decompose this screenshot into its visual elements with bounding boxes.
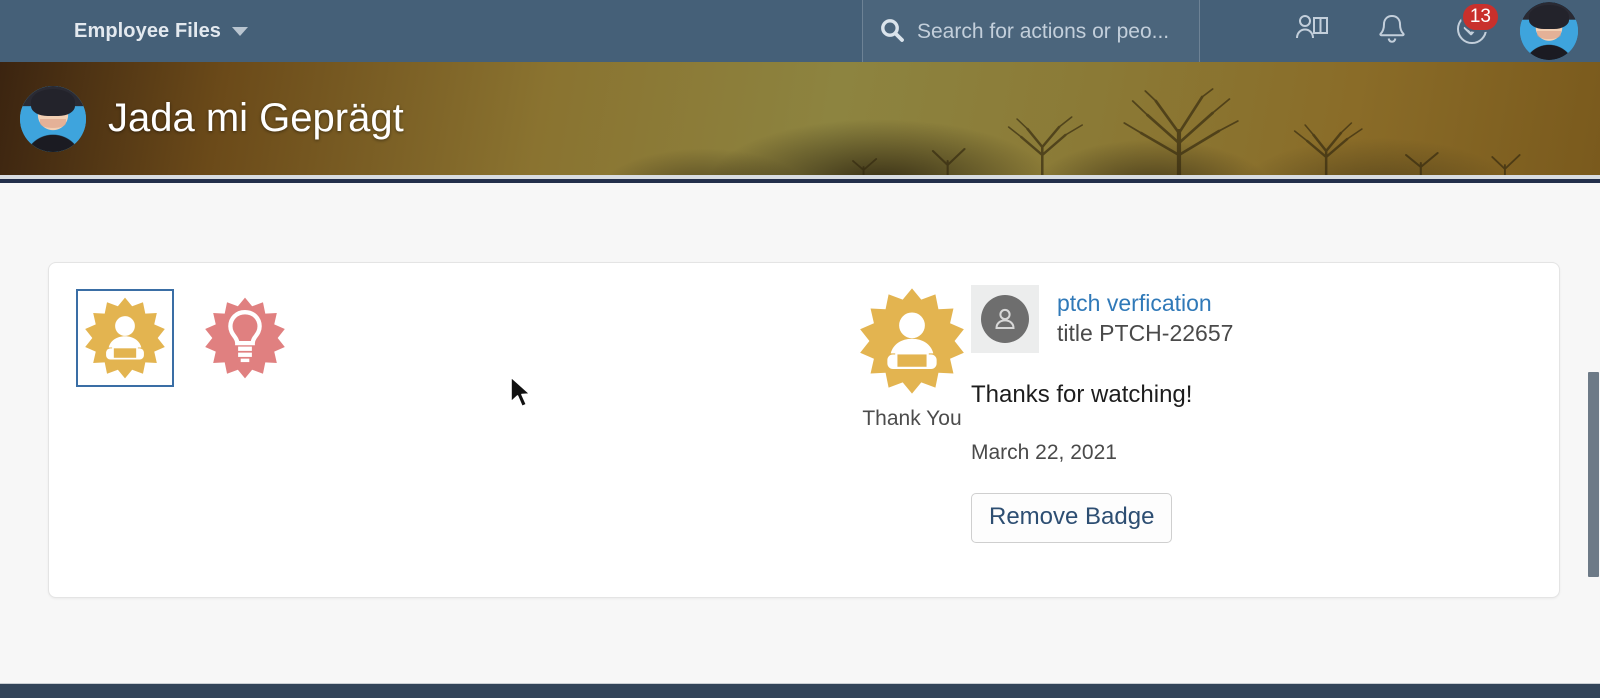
sender-thumbnail [971, 285, 1039, 353]
banner-divider [0, 175, 1600, 183]
badge-date: March 22, 2021 [971, 441, 1117, 464]
notifications-button[interactable] [1352, 0, 1432, 62]
sender-title: title PTCH-22657 [1057, 320, 1234, 347]
badge-tile-list [76, 289, 294, 387]
badge-tile-thank-you[interactable] [76, 289, 174, 387]
badges-card: Thank You ptch verfication title PTCH-22… [48, 262, 1560, 598]
remove-badge-button[interactable]: Remove Badge [971, 493, 1173, 543]
search-input[interactable] [917, 20, 1199, 44]
page-footer [0, 683, 1600, 698]
badge-message: Thanks for watching! [971, 381, 1193, 408]
page-body: Thank You ptch verfication title PTCH-22… [0, 187, 1600, 683]
brand-label: Employee Files [74, 19, 222, 42]
org-chart-icon-button[interactable] [1272, 0, 1352, 62]
sender-name-link[interactable]: ptch verfication [1057, 288, 1233, 318]
banner-tree-silhouette [852, 88, 1521, 175]
vertical-scrollbar-thumb[interactable] [1588, 372, 1599, 577]
selected-badge-label: Thank You [862, 407, 962, 430]
avatar-face [1520, 2, 1578, 60]
nav-icon-group: 13 [1272, 0, 1600, 62]
lightbulb-badge-icon [205, 297, 285, 379]
avatar-face [20, 85, 86, 152]
global-search[interactable] [862, 0, 1200, 68]
badge-detail-panel: ptch verfication title PTCH-22657 Thanks… [971, 285, 1531, 543]
search-icon [879, 17, 905, 48]
banner-identity: Jada mi Geprägt [0, 62, 404, 175]
vertical-scrollbar-track[interactable] [1587, 187, 1600, 683]
badge-sender: ptch verfication title PTCH-22657 [971, 285, 1531, 353]
org-chart-icon [1294, 11, 1330, 52]
sender-meta: ptch verfication title PTCH-22657 [1057, 285, 1233, 349]
person-presenter-badge-icon [85, 297, 165, 379]
todo-count-badge: 13 [1460, 2, 1500, 32]
person-icon [981, 295, 1029, 343]
profile-banner: Jada mi Geprägt [0, 62, 1600, 175]
bell-icon [1375, 11, 1409, 52]
todo-button[interactable]: 13 [1432, 0, 1512, 62]
page-title: Jada mi Geprägt [108, 96, 404, 140]
brand-menu[interactable]: Employee Files [74, 19, 249, 43]
badge-tile-bright-idea[interactable] [196, 289, 294, 387]
top-navigation-bar: Employee Files Search for actions or peo… [0, 0, 1600, 68]
profile-avatar[interactable] [20, 85, 86, 152]
user-avatar[interactable] [1520, 2, 1578, 60]
chevron-down-icon[interactable] [232, 26, 249, 36]
person-presenter-badge-icon [860, 288, 964, 394]
